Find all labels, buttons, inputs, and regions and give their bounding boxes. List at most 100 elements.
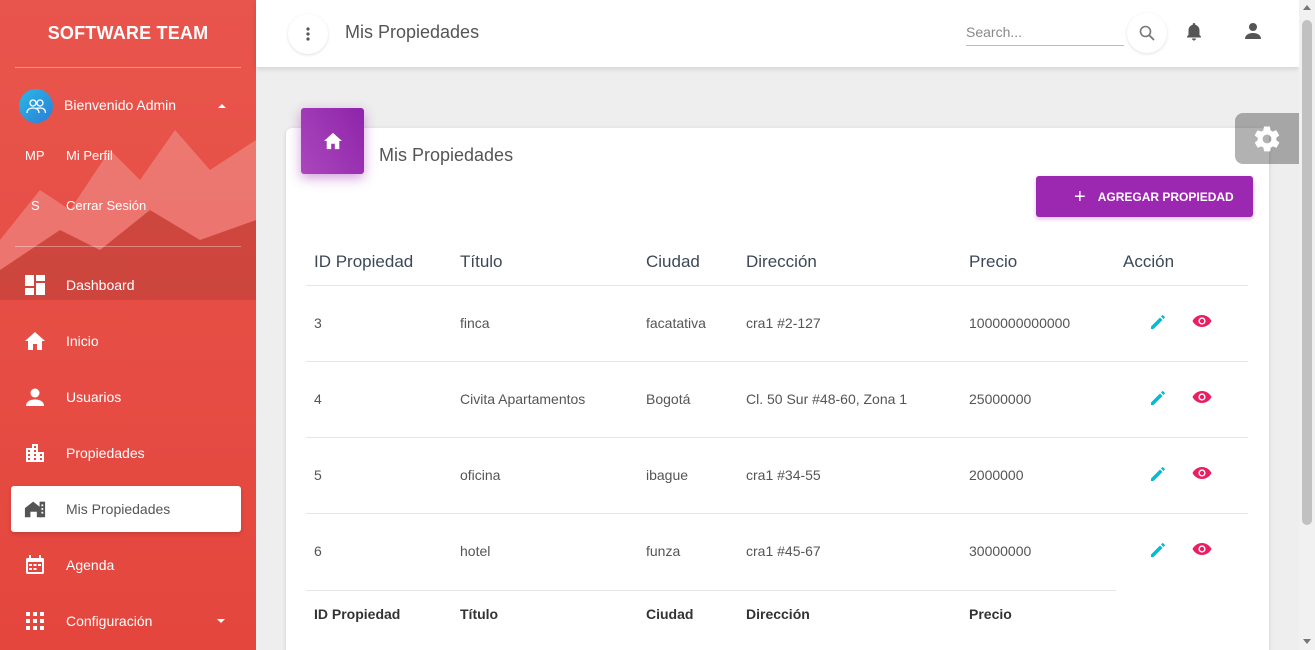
properties-table: ID Propiedad Título Ciudad Dirección Pre… xyxy=(306,237,1248,636)
cell-precio: 1000000000000 xyxy=(969,315,1071,331)
account-icon[interactable] xyxy=(1244,22,1262,45)
link-abbr: MP xyxy=(25,148,45,163)
cell-ciudad: ibague xyxy=(646,467,689,483)
sidebar-item-mis-propiedades[interactable]: Mis Propiedades xyxy=(11,486,241,532)
link-label: Cerrar Sesión xyxy=(66,198,147,213)
bell-icon[interactable] xyxy=(1186,22,1202,47)
user-panel: Bienvenido Admin MP Mi Perfil S Cerrar S… xyxy=(0,68,256,246)
visibility-icon[interactable] xyxy=(1192,465,1212,486)
footer-ciudad: Ciudad xyxy=(646,606,694,622)
visibility-icon[interactable] xyxy=(1192,389,1212,410)
footer-precio: Precio xyxy=(969,606,1012,622)
footer-id: ID Propiedad xyxy=(314,606,401,622)
cell-id: 5 xyxy=(314,467,322,483)
link-abbr: S xyxy=(31,198,40,213)
building-icon xyxy=(24,442,46,464)
scrollbar-thumb[interactable] xyxy=(1302,20,1312,525)
user-name[interactable]: Bienvenido Admin xyxy=(64,97,176,113)
card-title: Mis Propiedades xyxy=(379,145,514,165)
footer-titulo: Título xyxy=(460,606,499,622)
sidebar-nav: Dashboard Inicio Usuarios Propiedades Mi… xyxy=(11,262,241,650)
dashboard-icon xyxy=(24,274,46,296)
cell-ciudad: Bogotá xyxy=(646,391,691,407)
header-accion: Acción xyxy=(1123,252,1175,271)
sidebar-item-label: Inicio xyxy=(66,333,99,349)
search-input[interactable] xyxy=(966,18,1124,46)
cell-direccion: cra1 #34-55 xyxy=(746,467,821,483)
cell-titulo: hotel xyxy=(460,543,491,559)
header-id: ID Propiedad xyxy=(314,252,414,271)
sidebar-item-inicio[interactable]: Inicio xyxy=(11,318,241,364)
add-property-button[interactable]: + AGREGAR PROPIEDAD xyxy=(1036,176,1253,217)
cell-ciudad: facatativa xyxy=(646,315,706,331)
brand-title[interactable]: SOFTWARE TEAM xyxy=(0,0,256,67)
footer-direccion: Dirección xyxy=(746,606,810,622)
visibility-icon[interactable] xyxy=(1192,541,1212,562)
top-navbar: Mis Propiedades xyxy=(256,0,1299,67)
house-icon xyxy=(24,498,46,520)
edit-icon[interactable] xyxy=(1149,313,1167,336)
table-footer-row: ID Propiedad Título Ciudad Dirección Pre… xyxy=(306,590,1248,636)
visibility-icon[interactable] xyxy=(1192,313,1212,334)
header-titulo: Título xyxy=(460,252,503,271)
search-button[interactable] xyxy=(1127,13,1167,53)
page-title: Mis Propiedades xyxy=(345,22,480,42)
link-label: Mi Perfil xyxy=(66,148,113,163)
cell-ciudad: funza xyxy=(646,543,681,559)
cell-id: 6 xyxy=(314,543,322,559)
plus-icon: + xyxy=(1074,185,1086,208)
cell-direccion: cra1 #2-127 xyxy=(746,315,821,331)
header-ciudad: Ciudad xyxy=(646,252,700,271)
cell-precio: 25000000 xyxy=(969,391,1032,407)
cell-titulo: finca xyxy=(460,315,490,331)
scroll-down-icon[interactable] xyxy=(1303,639,1311,644)
gear-icon xyxy=(1254,126,1280,151)
sidebar-item-dashboard[interactable]: Dashboard xyxy=(11,262,241,308)
add-property-label: AGREGAR PROPIEDAD xyxy=(1097,189,1234,204)
apps-icon xyxy=(24,610,46,632)
cell-precio: 30000000 xyxy=(969,543,1032,559)
footer-divider xyxy=(306,590,1116,591)
calendar-icon xyxy=(24,554,46,576)
edit-icon[interactable] xyxy=(1149,465,1167,488)
cell-id: 4 xyxy=(314,391,322,407)
table-header-row: ID Propiedad Título Ciudad Dirección Pre… xyxy=(306,237,1248,286)
home-icon xyxy=(24,330,46,352)
header-direccion: Dirección xyxy=(746,252,817,271)
sidebar-item-label: Dashboard xyxy=(66,277,135,293)
page-scrollbar[interactable] xyxy=(1299,0,1315,650)
sidebar-link-cerrar-sesion[interactable]: S Cerrar Sesión xyxy=(0,198,146,213)
sidebar-item-label: Configuración xyxy=(66,613,153,629)
cell-id: 3 xyxy=(314,315,322,331)
cell-precio: 2000000 xyxy=(969,467,1024,483)
sidebar-item-configuracion[interactable]: Configuración xyxy=(11,598,241,644)
search-icon xyxy=(1139,25,1155,41)
sidebar: SOFTWARE TEAM Bienvenido Admin MP Mi Per… xyxy=(0,0,256,650)
edit-icon[interactable] xyxy=(1149,541,1167,564)
sidebar-item-label: Propiedades xyxy=(66,445,145,461)
user-avatar-icon[interactable] xyxy=(19,89,53,123)
sidebar-item-usuarios[interactable]: Usuarios xyxy=(11,374,241,420)
header-precio: Precio xyxy=(969,252,1018,271)
scroll-up-icon[interactable] xyxy=(1303,5,1311,10)
table-row: 3 finca facatativa cra1 #2-127 100000000… xyxy=(306,286,1248,362)
table-row: 6 hotel funza cra1 #45-67 30000000 xyxy=(306,514,1248,590)
sidebar-link-mi-perfil[interactable]: MP Mi Perfil xyxy=(0,148,113,163)
settings-plugin-button[interactable] xyxy=(1235,113,1299,164)
table-row: 4 Civita Apartamentos Bogotá Cl. 50 Sur … xyxy=(306,362,1248,438)
sidebar-item-label: Mis Propiedades xyxy=(66,501,171,517)
chevron-down-icon xyxy=(217,619,225,623)
sidebar-divider xyxy=(15,246,241,247)
table-row: 5 oficina ibague cra1 #34-55 2000000 xyxy=(306,438,1248,514)
sidebar-item-propiedades[interactable]: Propiedades xyxy=(11,430,241,476)
cell-direccion: cra1 #45-67 xyxy=(746,543,821,559)
caret-up-icon[interactable] xyxy=(218,104,226,108)
cell-titulo: Civita Apartamentos xyxy=(460,391,586,407)
cell-direccion: Cl. 50 Sur #48-60, Zona 1 xyxy=(746,391,908,407)
sidebar-item-label: Agenda xyxy=(66,557,115,573)
sidebar-item-agenda[interactable]: Agenda xyxy=(11,542,241,588)
sidebar-item-label: Usuarios xyxy=(66,389,122,405)
edit-icon[interactable] xyxy=(1149,389,1167,412)
card-header-home-icon xyxy=(301,108,364,174)
more-vert-icon[interactable] xyxy=(288,14,328,54)
